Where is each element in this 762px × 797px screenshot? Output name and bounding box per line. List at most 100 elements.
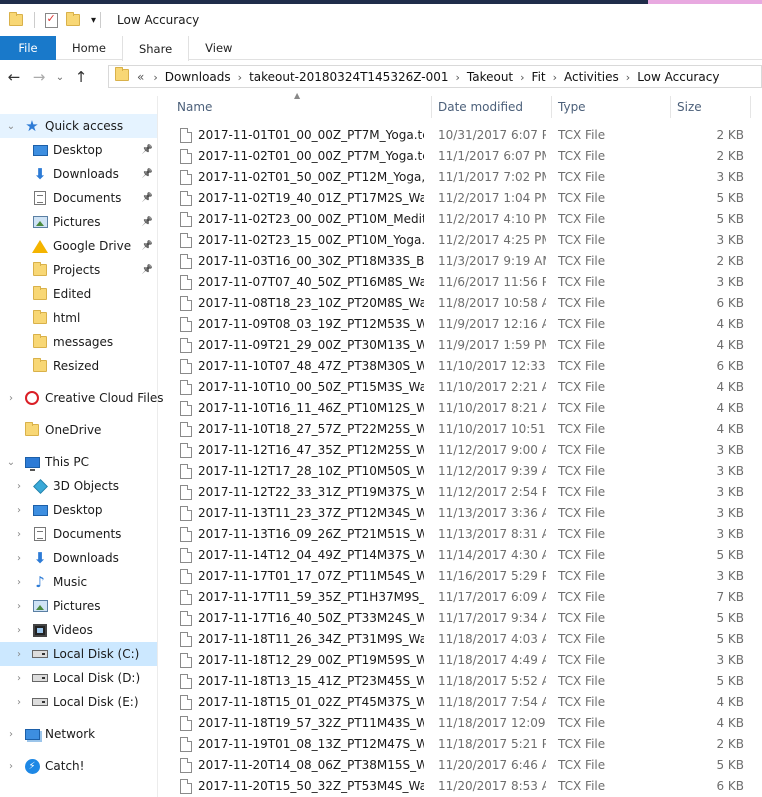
file-row[interactable]: 2017-11-12T17_28_10Z_PT10M50S_Walki... 11… <box>168 461 758 482</box>
sidebar-item-pictures[interactable]: Pictures 📌 <box>0 210 157 234</box>
file-row[interactable]: 2017-11-01T01_00_00Z_PT7M_Yoga.tcx 10/31/… <box>168 125 758 146</box>
breadcrumb-item[interactable]: Takeout <box>467 70 513 84</box>
sidebar-item-this-pc[interactable]: ⌄ This PC <box>0 450 157 474</box>
sidebar-item-resized[interactable]: Resized <box>0 354 157 378</box>
file-row[interactable]: 2017-11-02T01_00_00Z_PT7M_Yoga.tcx 11/1/2… <box>168 146 758 167</box>
sidebar-item-creative-cloud-files[interactable]: › Creative Cloud Files <box>0 386 164 410</box>
sidebar-item-quick-access[interactable]: ⌄ ★ Quick access <box>0 114 157 138</box>
chevron-right-icon[interactable]: › <box>238 71 242 84</box>
chevron-right-icon[interactable]: › <box>6 761 16 772</box>
breadcrumb-item[interactable]: Low Accuracy <box>637 70 719 84</box>
tab-view[interactable]: View <box>189 36 248 60</box>
chevron-down-icon[interactable]: ⌄ <box>53 66 67 88</box>
chevron-right-icon[interactable]: › <box>14 673 24 684</box>
column-divider[interactable] <box>670 96 671 118</box>
breadcrumb-item[interactable]: Fit <box>532 70 546 84</box>
properties-icon[interactable] <box>43 12 59 28</box>
new-folder-icon[interactable] <box>65 12 81 28</box>
breadcrumb-item[interactable]: takeout-20180324T145326Z-001 <box>249 70 448 84</box>
sidebar-item-pictures[interactable]: › Pictures <box>0 594 157 618</box>
file-row[interactable]: 2017-11-12T16_47_35Z_PT12M25S_Walki... 11… <box>168 440 758 461</box>
file-row[interactable]: 2017-11-07T07_40_50Z_PT16M8S_Walkin... 11… <box>168 272 758 293</box>
sidebar-item-network[interactable]: › Network <box>0 722 157 746</box>
customize-toolbar-dropdown[interactable]: ▾ <box>91 15 96 26</box>
file-row[interactable]: 2017-11-19T01_08_13Z_PT12M47S_Walki... 11… <box>168 734 758 755</box>
file-row[interactable]: 2017-11-17T16_40_50Z_PT33M24S_Walki... 11… <box>168 608 758 629</box>
pin-icon[interactable]: 📌 <box>142 241 153 251</box>
sidebar-item-downloads[interactable]: › ⬇ Downloads <box>0 546 157 570</box>
file-row[interactable]: 2017-11-13T16_09_26Z_PT21M51S_Walki... 11… <box>168 524 758 545</box>
chevron-right-icon[interactable]: › <box>14 553 24 564</box>
pin-icon[interactable]: 📌 <box>142 217 153 227</box>
file-row[interactable]: 2017-11-18T12_29_00Z_PT19M59S_Walki... 11… <box>168 650 758 671</box>
sidebar-item-catch[interactable]: › ⚡ Catch! <box>0 754 157 778</box>
file-row[interactable]: 2017-11-14T12_04_49Z_PT14M37S_Walki... 11… <box>168 545 758 566</box>
folder-icon[interactable] <box>8 12 24 28</box>
sidebar-item-downloads[interactable]: ⬇ Downloads 📌 <box>0 162 157 186</box>
file-row[interactable]: 2017-11-18T13_15_41Z_PT23M45S_Walki... 11… <box>168 671 758 692</box>
forward-arrow-icon[interactable]: → <box>28 66 50 88</box>
file-row[interactable]: 2017-11-17T01_17_07Z_PT11M54S_Walki... 11… <box>168 566 758 587</box>
chevron-right-icon[interactable]: › <box>6 393 16 404</box>
chevron-down-icon[interactable]: ⌄ <box>6 121 16 132</box>
file-row[interactable]: 2017-11-20T14_08_06Z_PT38M15S_Walki... 11… <box>168 755 758 776</box>
file-row[interactable]: 2017-11-02T19_40_01Z_PT17M2S_Walkin... 11… <box>168 188 758 209</box>
chevron-right-icon[interactable]: › <box>14 505 24 516</box>
pin-icon[interactable]: 📌 <box>142 169 153 179</box>
column-header-name[interactable]: Name <box>177 100 212 114</box>
column-header-date[interactable]: Date modified <box>438 100 523 114</box>
sidebar-item-projects[interactable]: Projects 📌 <box>0 258 157 282</box>
chevron-right-icon[interactable]: › <box>14 697 24 708</box>
file-row[interactable]: 2017-11-12T22_33_31Z_PT19M37S_Walki... 11… <box>168 482 758 503</box>
chevron-right-icon[interactable]: › <box>520 71 524 84</box>
file-row[interactable]: 2017-11-17T11_59_35Z_PT1H37M9S_Wal... 11/… <box>168 587 758 608</box>
file-row[interactable]: 2017-11-18T19_57_32Z_PT11M43S_Walki... 11… <box>168 713 758 734</box>
column-divider[interactable] <box>431 96 432 118</box>
breadcrumb-item[interactable]: Downloads <box>165 70 231 84</box>
pin-icon[interactable]: 📌 <box>142 193 153 203</box>
file-row[interactable]: 2017-11-09T21_29_00Z_PT30M13S_Walki... 11… <box>168 335 758 356</box>
sidebar-item-music[interactable]: › ♪ Music <box>0 570 157 594</box>
up-arrow-icon[interactable]: ↑ <box>70 66 92 88</box>
column-header-size[interactable]: Size <box>677 100 702 114</box>
sidebar-item-documents[interactable]: › Documents <box>0 522 157 546</box>
sidebar-item-onedrive[interactable]: OneDrive <box>0 418 157 442</box>
file-row[interactable]: 2017-11-20T15_50_32Z_PT53M4S_Walkin... 11… <box>168 776 758 797</box>
file-row[interactable]: 2017-11-18T11_26_34Z_PT31M9S_Walkin... 11… <box>168 629 758 650</box>
sidebar-item-3d-objects[interactable]: › 3D Objects <box>0 474 157 498</box>
sidebar-item-edited[interactable]: Edited <box>0 282 157 306</box>
file-row[interactable]: 2017-11-08T18_23_10Z_PT20M8S_Walkin... 11… <box>168 293 758 314</box>
file-row[interactable]: 2017-11-10T18_27_57Z_PT22M25S_Walki... 11… <box>168 419 758 440</box>
file-row[interactable]: 2017-11-13T11_23_37Z_PT12M34S_Walki... 11… <box>168 503 758 524</box>
chevron-right-icon[interactable]: › <box>553 71 557 84</box>
file-row[interactable]: 2017-11-03T16_00_30Z_PT18M33S_Biking... 1… <box>168 251 758 272</box>
file-row[interactable]: 2017-11-18T15_01_02Z_PT45M37S_Walki... 11… <box>168 692 758 713</box>
sidebar-item-local-disk-e[interactable]: › Local Disk (E:) <box>0 690 157 714</box>
chevron-right-icon[interactable]: › <box>626 71 630 84</box>
sidebar-item-google-drive[interactable]: Google Drive 📌 <box>0 234 157 258</box>
sidebar-item-local-disk-d[interactable]: › Local Disk (D:) <box>0 666 157 690</box>
sidebar-item-messages[interactable]: messages <box>0 330 157 354</box>
sidebar-item-documents[interactable]: Documents 📌 <box>0 186 157 210</box>
file-row[interactable]: 2017-11-02T23_00_00Z_PT10M_Meditatin... 1… <box>168 209 758 230</box>
pin-icon[interactable]: 📌 <box>142 265 153 275</box>
breadcrumb-item[interactable]: Activities <box>564 70 619 84</box>
tab-share[interactable]: Share <box>121 36 190 61</box>
sidebar-item-desktop[interactable]: Desktop 📌 <box>0 138 157 162</box>
chevron-right-icon[interactable]: › <box>6 729 16 740</box>
chevron-down-icon[interactable]: ⌄ <box>6 457 16 468</box>
file-row[interactable]: 2017-11-02T01_50_00Z_PT12M_Yoga,Me... 11/… <box>168 167 758 188</box>
chevron-right-icon[interactable]: › <box>14 529 24 540</box>
file-row[interactable]: 2017-11-10T07_48_47Z_PT38M30S_Walki... 11… <box>168 356 758 377</box>
column-divider[interactable] <box>551 96 552 118</box>
chevron-right-icon[interactable]: › <box>14 481 24 492</box>
chevron-right-icon[interactable]: › <box>14 601 24 612</box>
column-header-type[interactable]: Type <box>558 100 586 114</box>
chevron-right-icon[interactable]: › <box>455 71 459 84</box>
address-bar[interactable]: « › Downloads › takeout-20180324T145326Z-00… <box>108 65 762 88</box>
sidebar-item-videos[interactable]: › Videos <box>0 618 157 642</box>
tab-file[interactable]: File <box>0 36 56 60</box>
chevron-right-icon[interactable]: › <box>153 71 157 84</box>
breadcrumb-overflow[interactable]: « <box>137 70 144 84</box>
chevron-right-icon[interactable]: › <box>14 649 24 660</box>
